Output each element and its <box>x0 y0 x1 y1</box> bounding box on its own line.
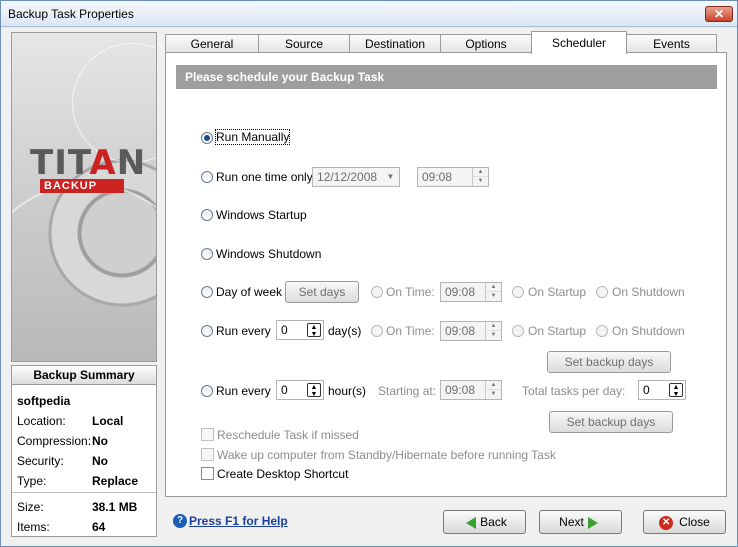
spin-down-icon[interactable]: ▼ <box>486 292 501 301</box>
task-name: softpedia <box>17 394 71 408</box>
days-stepper[interactable]: 0 ▲ ▼ <box>276 320 324 340</box>
tab-general[interactable]: General <box>165 34 259 53</box>
windows-startup-radio[interactable] <box>201 209 213 221</box>
spin-down-icon[interactable]: ▼ <box>486 390 501 399</box>
next-arrow-icon <box>587 516 598 529</box>
tab-destination[interactable]: Destination <box>349 34 441 53</box>
close-button[interactable]: ✕ Close <box>643 510 726 534</box>
backup-task-properties-window: Backup Task Properties ✕ TITAN BACKUP Ba… <box>0 0 738 547</box>
dow-on-shutdown-radio[interactable] <box>596 286 608 298</box>
dow-on-startup-radio[interactable] <box>512 286 524 298</box>
spin-up-icon[interactable]: ▲ <box>486 283 501 292</box>
windows-shutdown-radio[interactable] <box>201 248 213 260</box>
tab-source[interactable]: Source <box>258 34 350 53</box>
run-every-days-radio[interactable] <box>201 325 213 337</box>
window-close-button[interactable]: ✕ <box>705 6 733 22</box>
close-icon: ✕ <box>659 515 674 530</box>
spin-up-icon[interactable]: ▲ <box>486 381 501 390</box>
hours-unit-label: hour(s) <box>328 384 367 398</box>
scheduler-banner: Please schedule your Backup Task <box>176 65 717 89</box>
run-every-hours-radio[interactable] <box>201 385 213 397</box>
summary-row-security: Security: No <box>17 454 108 468</box>
titan-backup-logo: TITAN BACKUP <box>30 143 147 193</box>
windows-startup-label[interactable]: Windows Startup <box>216 208 307 222</box>
summary-row-size: Size: 38.1 MB <box>17 500 138 514</box>
dow-on-time-label[interactable]: On Time: <box>386 285 435 299</box>
day-of-week-radio[interactable] <box>201 286 213 298</box>
close-x-icon: ✕ <box>713 7 725 21</box>
spin-up-icon[interactable]: ▲ <box>473 168 488 177</box>
dow-time-spinner[interactable]: 09:08 ▲ ▼ <box>440 282 502 302</box>
summary-row-items: Items: 64 <box>17 520 106 534</box>
summary-row-compression: Compression: No <box>17 434 108 448</box>
tab-options[interactable]: Options <box>440 34 532 53</box>
set-days-button[interactable]: Set days <box>285 281 359 303</box>
wake-up-label[interactable]: Wake up computer from Standby/Hibernate … <box>217 448 556 462</box>
back-arrow-icon <box>466 516 477 529</box>
run-one-time-radio[interactable] <box>201 171 213 183</box>
hours-stepper[interactable]: 0 ▲ ▼ <box>276 380 324 400</box>
total-tasks-label: Total tasks per day: <box>522 384 626 398</box>
reschedule-checkbox[interactable] <box>201 428 214 441</box>
back-button[interactable]: Back <box>443 510 526 534</box>
days-on-startup-radio[interactable] <box>512 325 524 337</box>
summary-row-type: Type: Replace <box>17 474 139 488</box>
branding-panel: TITAN BACKUP <box>11 32 157 362</box>
days-on-time-radio[interactable] <box>371 325 383 337</box>
run-every-days-label[interactable]: Run every <box>216 324 271 338</box>
scheduler-panel: Please schedule your Backup Task Run Man… <box>165 52 727 497</box>
title-bar: Backup Task Properties ✕ <box>1 1 737 27</box>
days-on-startup-label[interactable]: On Startup <box>528 324 586 338</box>
press-f1-help-link[interactable]: Press F1 for Help <box>189 514 288 528</box>
spin-up-icon[interactable]: ▲ <box>486 322 501 331</box>
one-time-date-dropdown[interactable]: 12/12/2008 ▼ <box>312 167 400 187</box>
spin-down-icon[interactable]: ▼ <box>473 177 488 186</box>
summary-row-location: Location: Local <box>17 414 124 428</box>
decorative-swirl <box>12 183 156 361</box>
total-tasks-stepper[interactable]: 0 ▲ ▼ <box>638 380 686 400</box>
stepper-arrows-icon[interactable]: ▲ ▼ <box>307 323 321 338</box>
tab-events[interactable]: Events <box>626 34 717 53</box>
stepper-arrows-icon[interactable]: ▲ ▼ <box>669 383 683 398</box>
run-manually-label[interactable]: Run Manually <box>214 129 291 145</box>
days-unit-label: day(s) <box>328 324 362 338</box>
start-time-spinner[interactable]: 09:08 ▲ ▼ <box>440 380 502 400</box>
dow-on-time-radio[interactable] <box>371 286 383 298</box>
run-one-time-label[interactable]: Run one time only: <box>216 170 316 184</box>
chevron-down-icon: ▼ <box>386 172 395 181</box>
wake-up-checkbox[interactable] <box>201 448 214 461</box>
desktop-shortcut-checkbox[interactable] <box>201 467 214 480</box>
summary-divider <box>12 492 156 493</box>
next-button[interactable]: Next <box>539 510 622 534</box>
spin-down-icon[interactable]: ▼ <box>486 331 501 340</box>
days-time-spinner[interactable]: 09:08 ▲ ▼ <box>440 321 502 341</box>
days-on-time-label[interactable]: On Time: <box>386 324 435 338</box>
days-on-shutdown-label[interactable]: On Shutdown <box>612 324 685 338</box>
run-every-hours-label[interactable]: Run every <box>216 384 271 398</box>
set-backup-days-button-days[interactable]: Set backup days <box>547 351 671 373</box>
set-backup-days-button-hours[interactable]: Set backup days <box>549 411 673 433</box>
window-title: Backup Task Properties <box>8 7 134 21</box>
backup-summary-panel: Backup Summary softpedia Location: Local … <box>11 365 157 537</box>
days-on-shutdown-radio[interactable] <box>596 325 608 337</box>
dialog-body: TITAN BACKUP Backup Summary softpedia Lo… <box>1 28 737 546</box>
stepper-arrows-icon[interactable]: ▲ ▼ <box>307 383 321 398</box>
tab-scheduler[interactable]: Scheduler <box>531 31 627 54</box>
desktop-shortcut-label[interactable]: Create Desktop Shortcut <box>217 467 348 481</box>
backup-summary-header: Backup Summary <box>12 366 156 385</box>
day-of-week-label[interactable]: Day of week <box>216 285 282 299</box>
starting-at-label: Starting at: <box>378 384 437 398</box>
dow-on-shutdown-label[interactable]: On Shutdown <box>612 285 685 299</box>
run-manually-radio[interactable] <box>201 132 213 144</box>
dow-on-startup-label[interactable]: On Startup <box>528 285 586 299</box>
one-time-time-spinner[interactable]: 09:08 ▲ ▼ <box>417 167 489 187</box>
help-icon: ? <box>173 514 187 528</box>
reschedule-label[interactable]: Reschedule Task if missed <box>217 428 359 442</box>
windows-shutdown-label[interactable]: Windows Shutdown <box>216 247 321 261</box>
